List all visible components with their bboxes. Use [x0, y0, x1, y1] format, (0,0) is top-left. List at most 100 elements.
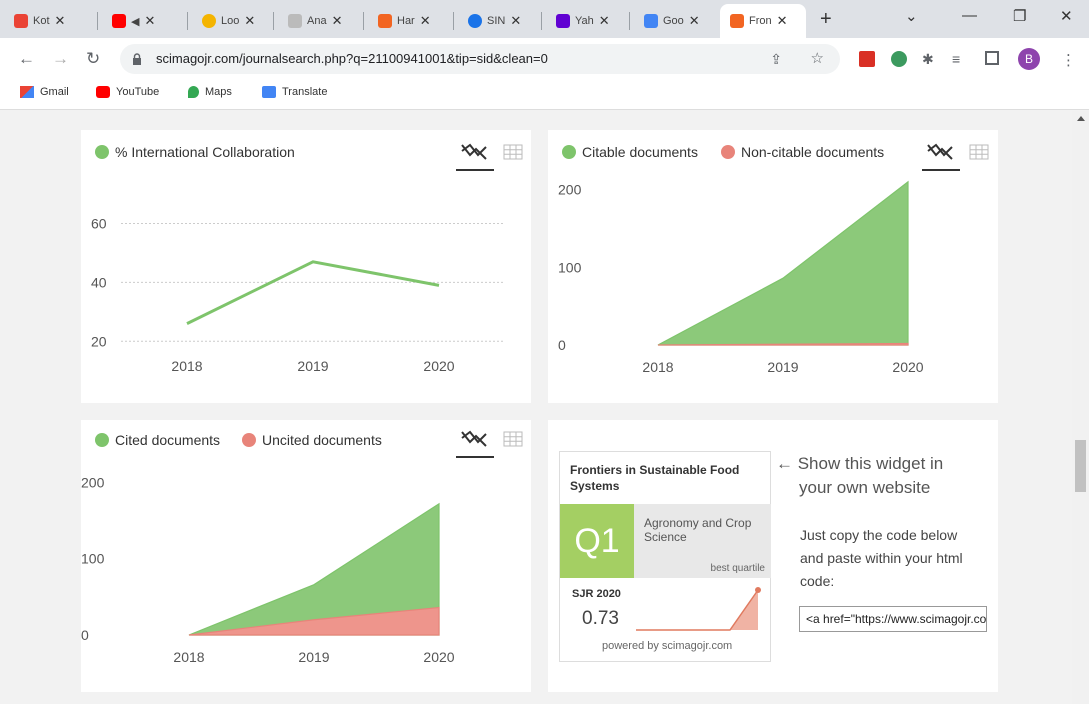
chart-citable-documents: 0 100 200 2018 2019 2020 [558, 180, 924, 375]
youtube-icon [112, 14, 126, 28]
close-window-button[interactable]: ✕ [1060, 7, 1073, 25]
speaker-icon: ◀︎ [131, 15, 140, 28]
side-panel-icon[interactable] [985, 51, 999, 65]
show-widget-heading-2: your own website [799, 478, 931, 497]
scrollbar[interactable] [1072, 111, 1089, 704]
close-icon[interactable]: ✕ [599, 13, 610, 29]
copy-instructions-2: and paste within your html [800, 550, 963, 566]
scroll-up-arrow[interactable] [1077, 116, 1085, 121]
bookmark-translate[interactable]: Translate [262, 86, 327, 98]
forward-button[interactable]: → [52, 49, 69, 69]
chart-cited-documents: 0 100 200 2018 2019 2020 [81, 474, 455, 665]
lock-icon [133, 53, 141, 65]
scrollbar-thumb[interactable] [1075, 440, 1086, 492]
docs-icon [644, 14, 658, 28]
sc-icon [378, 14, 392, 28]
legend-swatch [562, 145, 576, 159]
bookmark-maps[interactable]: Maps [188, 86, 232, 98]
bookmark-youtube[interactable]: YouTube [96, 86, 159, 98]
y-tick-label: 200 [81, 474, 105, 490]
category-label: Agronomy and Crop Science [644, 516, 752, 544]
reading-list-icon[interactable]: ≡ [952, 51, 968, 67]
yahoo-icon [556, 14, 570, 28]
y-tick-label: 0 [558, 337, 566, 353]
widget-journal-title: Frontiers in Sustainable Food Systems [570, 463, 740, 493]
extensions-puzzle-icon[interactable]: ✱ [922, 51, 938, 67]
circle-logo-icon [202, 14, 216, 28]
bookmarks-bar [0, 80, 1089, 110]
sjr-label: SJR 2020 [572, 588, 621, 600]
y-tick-label: 40 [91, 274, 107, 290]
close-icon[interactable]: ✕ [332, 13, 343, 29]
back-button[interactable]: ← [18, 49, 35, 69]
maps-pin-icon [188, 86, 199, 98]
line-chart-toggle-icon[interactable] [456, 137, 492, 169]
x-tick-label: 2018 [173, 649, 204, 665]
legend-item[interactable]: Uncited documents [242, 432, 382, 448]
new-tab-button[interactable]: + [820, 8, 832, 31]
url-text: scimagojr.com/journalsearch.php?q=211009… [156, 51, 548, 66]
legend-swatch [95, 145, 109, 159]
extension-m-icon[interactable] [859, 51, 875, 67]
embed-code-input[interactable] [799, 606, 987, 632]
line-chart-toggle-icon[interactable] [456, 424, 492, 456]
tab-search-icon[interactable]: ⌄ [905, 7, 918, 25]
close-icon[interactable]: ✕ [689, 13, 700, 29]
table-view-icon[interactable] [962, 137, 998, 169]
sjr-widget[interactable]: Frontiers in Sustainable Food Systems Q1… [559, 451, 771, 662]
close-icon[interactable]: ✕ [55, 13, 66, 29]
line-chart-toggle-icon[interactable] [922, 137, 958, 169]
tab-frontiers-active[interactable]: Fron ✕ [720, 4, 806, 38]
reload-button[interactable]: ↻ [86, 49, 100, 69]
tab-4[interactable]: Ana ✕ [278, 12, 364, 30]
share-icon[interactable]: ⇪ [770, 44, 782, 74]
legend-swatch [721, 145, 735, 159]
best-quartile-label: best quartile [710, 563, 765, 574]
profile-avatar[interactable]: B [1018, 48, 1040, 70]
x-tick-label: 2020 [423, 358, 454, 374]
powered-by-label: powered by scimagojr.com [602, 640, 733, 652]
tab-gmail[interactable]: Kot ✕ [4, 12, 98, 30]
x-tick-label: 2019 [298, 649, 329, 665]
minimize-button[interactable]: — [962, 7, 977, 24]
tab-yahoo[interactable]: Yah ✕ [546, 12, 630, 30]
legend-item[interactable]: Non-citable documents [721, 144, 884, 160]
address-bar[interactable]: scimagojr.com/journalsearch.php?q=211009… [120, 44, 840, 74]
close-icon[interactable]: ✕ [777, 13, 788, 29]
tab-6[interactable]: SIN ✕ [458, 12, 542, 30]
copy-instructions-3: code: [800, 573, 835, 589]
site-icon [288, 14, 302, 28]
restore-button[interactable]: ❐ [1013, 7, 1026, 25]
tab-3[interactable]: Loo ✕ [192, 12, 274, 30]
category-box: Agronomy and Crop Science best quartile [634, 504, 771, 578]
copy-instructions-1: Just copy the code below [800, 527, 958, 543]
y-tick-label: 60 [91, 216, 107, 232]
close-icon[interactable]: ✕ [244, 13, 255, 29]
legend-swatch [95, 433, 109, 447]
x-tick-label: 2019 [767, 359, 798, 375]
table-view-icon[interactable] [496, 137, 532, 169]
close-icon[interactable]: ✕ [144, 13, 155, 29]
site-icon [468, 14, 482, 28]
bookmark-gmail[interactable]: Gmail [20, 86, 69, 98]
sjr-value: 0.73 [582, 608, 619, 629]
tab-5[interactable]: Har ✕ [368, 12, 454, 30]
series-line [186, 260, 440, 325]
tab-google-docs[interactable]: Goo ✕ [634, 6, 718, 36]
sjr-sparkline [636, 587, 761, 631]
close-icon[interactable]: ✕ [510, 13, 521, 29]
extension-globe-icon[interactable] [891, 51, 907, 67]
close-icon[interactable]: ✕ [420, 13, 431, 29]
table-view-icon[interactable] [496, 424, 532, 456]
menu-kebab-icon[interactable]: ⋮ [1061, 51, 1077, 69]
translate-icon [262, 86, 276, 98]
legend-item[interactable]: Cited documents [95, 432, 220, 448]
show-widget-heading: ← Show this widget in [776, 454, 944, 473]
gmail-icon [14, 14, 28, 28]
tab-youtube[interactable]: ◀︎ ✕ [102, 12, 188, 30]
x-tick-label: 2020 [892, 359, 923, 375]
bookmark-star-icon[interactable]: ☆ [811, 44, 824, 74]
legend-item[interactable]: Citable documents [562, 144, 698, 160]
legend-item[interactable]: % International Collaboration [95, 144, 295, 160]
y-tick-label: 200 [558, 182, 582, 198]
